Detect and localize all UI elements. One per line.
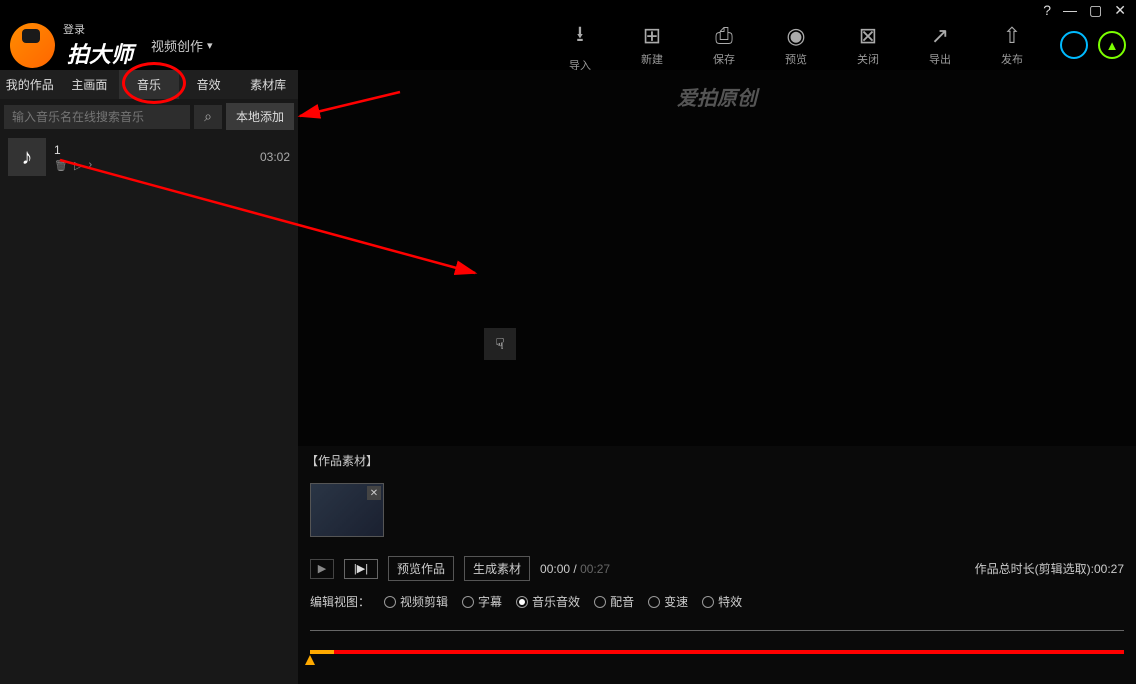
tab-main-screen[interactable]: 主画面 [60,70,120,99]
material-thumbnail[interactable] [310,483,384,537]
delete-icon[interactable]: 🗑 [54,159,68,172]
help-button[interactable]: ? [1043,2,1051,18]
close-button[interactable]: ⊠关闭 [832,23,904,67]
preview-button[interactable]: ◉预览 [760,23,832,67]
music-note-icon: ♪ [8,138,46,176]
play-icon[interactable]: ▷ [74,159,82,172]
search-button[interactable]: ⌕ [194,105,222,129]
local-add-button[interactable]: 本地添加 [226,103,294,130]
save-button[interactable]: ⎙保存 [688,23,760,67]
music-title: 1 [54,143,252,157]
tab-music[interactable]: 音乐 [119,70,179,99]
total-duration-label: 作品总时长(剪辑选取):00:27 [975,560,1124,577]
import-button[interactable]: ⭳导入 [544,17,616,73]
close-window-button[interactable]: ✕ [1114,2,1126,19]
export-button[interactable]: ↗导出 [904,23,976,67]
import-icon: ⭳ [576,17,584,55]
tab-library[interactable]: 素材库 [238,70,298,99]
music-item[interactable]: ♪ 1 🗑 ▷ › 03:02 [0,134,298,180]
radio-subtitle[interactable]: 字幕 [462,593,502,610]
drop-cursor-icon: ☟ [484,328,516,360]
radio-music-sfx[interactable]: 音乐音效 [516,593,580,610]
materials-label: 【作品素材】 [298,446,1136,475]
android-button[interactable]: ▲ [1098,31,1126,59]
tab-my-works[interactable]: 我的作品 [0,70,60,99]
radio-dub[interactable]: 配音 [594,593,634,610]
export-icon: ↗ [931,23,949,49]
new-icon: ⊞ [643,23,661,49]
mode-dropdown[interactable]: 视频创作 [151,36,213,55]
play-button[interactable]: ▶ [310,559,334,579]
music-duration: 03:02 [260,150,290,164]
save-icon: ⎙ [715,23,733,49]
search-input[interactable] [4,105,190,129]
timeline-ruler [310,630,1124,640]
radio-video-edit[interactable]: 视频剪辑 [384,593,448,610]
preview-work-button[interactable]: 预览作品 [388,556,454,581]
apple-button[interactable] [1060,31,1088,59]
radio-fx[interactable]: 特效 [702,593,742,610]
preview-area[interactable]: 爱拍原创 ☟ [298,70,1136,446]
timeline-track[interactable] [310,650,1124,654]
maximize-button[interactable]: ▢ [1089,2,1102,19]
preview-icon: ◉ [786,23,805,49]
new-button[interactable]: ⊞新建 [616,23,688,67]
tab-sfx[interactable]: 音效 [179,70,239,99]
close-icon: ⊠ [859,23,877,49]
app-logo [10,23,55,68]
edit-view-label: 编辑视图： [310,593,370,610]
publish-icon: ⇧ [1003,23,1021,49]
watermark: 爱拍原创 [677,82,757,111]
next-icon[interactable]: › [88,159,92,172]
timeline[interactable] [310,630,1124,670]
login-link[interactable]: 登录 [63,21,133,37]
generate-material-button[interactable]: 生成素材 [464,556,530,581]
timeline-cursor[interactable] [305,655,315,669]
app-name: 拍大师 [67,37,133,69]
radio-speed[interactable]: 变速 [648,593,688,610]
minimize-button[interactable]: — [1063,2,1077,18]
step-button[interactable]: |▶| [344,559,378,579]
time-display: 00:00 / 00:27 [540,562,610,576]
publish-button[interactable]: ⇧发布 [976,23,1048,67]
